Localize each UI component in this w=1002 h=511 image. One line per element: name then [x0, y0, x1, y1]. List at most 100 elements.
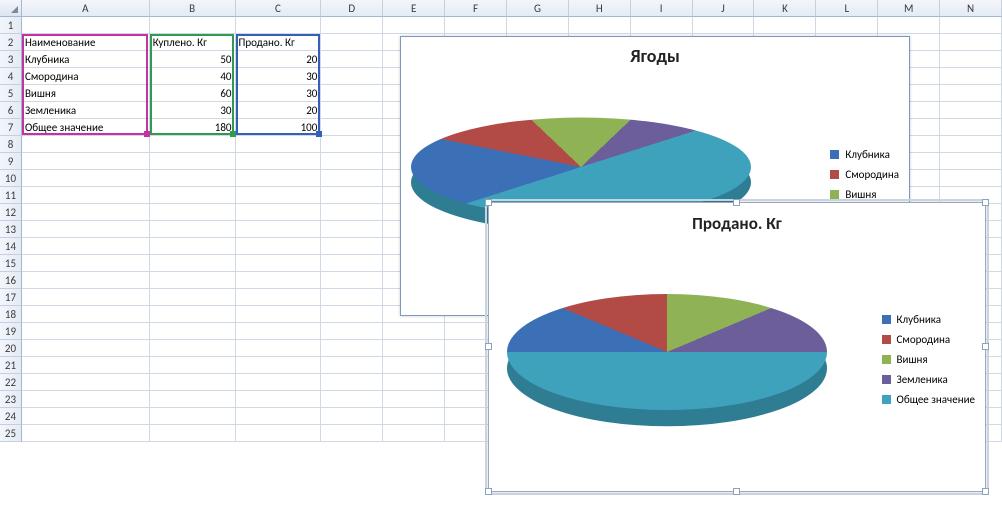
cell[interactable]: [321, 272, 383, 289]
cell[interactable]: [321, 204, 383, 221]
row-header[interactable]: 24: [0, 408, 22, 425]
row-header[interactable]: 20: [0, 340, 22, 357]
cell[interactable]: [22, 204, 150, 221]
cell[interactable]: [150, 272, 236, 289]
cell[interactable]: [321, 119, 383, 136]
cell[interactable]: [383, 408, 445, 425]
cell[interactable]: [236, 136, 322, 153]
cell[interactable]: [22, 272, 150, 289]
cell[interactable]: [507, 17, 569, 34]
cell[interactable]: [693, 17, 755, 34]
row-header[interactable]: 18: [0, 306, 22, 323]
cell[interactable]: [236, 425, 322, 442]
cell[interactable]: [383, 391, 445, 408]
cell[interactable]: [22, 323, 150, 340]
cell[interactable]: [150, 306, 236, 323]
cell[interactable]: [150, 153, 236, 170]
cell[interactable]: Куплено. Кг: [150, 34, 236, 51]
row-header[interactable]: 4: [0, 68, 22, 85]
cell[interactable]: [150, 408, 236, 425]
cell[interactable]: 100: [236, 119, 322, 136]
select-all-corner[interactable]: [0, 0, 22, 17]
cell[interactable]: [940, 17, 1002, 34]
cell[interactable]: [150, 170, 236, 187]
cell[interactable]: [321, 17, 383, 34]
row-header[interactable]: 17: [0, 289, 22, 306]
cell[interactable]: [940, 51, 1002, 68]
cell[interactable]: [236, 187, 322, 204]
cell[interactable]: 50: [150, 51, 236, 68]
cell[interactable]: [383, 425, 445, 442]
col-header-M[interactable]: M: [878, 0, 940, 17]
row-header[interactable]: 3: [0, 51, 22, 68]
cell[interactable]: [236, 391, 322, 408]
cell[interactable]: [150, 391, 236, 408]
cell[interactable]: [321, 51, 383, 68]
cell[interactable]: [150, 425, 236, 442]
cell[interactable]: [940, 136, 1002, 153]
cell[interactable]: [150, 340, 236, 357]
col-header-H[interactable]: H: [569, 0, 631, 17]
row-header[interactable]: 25: [0, 425, 22, 442]
cell[interactable]: [754, 17, 816, 34]
col-header-L[interactable]: L: [816, 0, 878, 17]
row-header[interactable]: 16: [0, 272, 22, 289]
cell[interactable]: [236, 323, 322, 340]
cell[interactable]: [22, 187, 150, 204]
cell[interactable]: [236, 153, 322, 170]
cell[interactable]: [22, 238, 150, 255]
cell[interactable]: [22, 255, 150, 272]
cell[interactable]: [22, 170, 150, 187]
cell[interactable]: [321, 34, 383, 51]
row-header[interactable]: 2: [0, 34, 22, 51]
cell[interactable]: [22, 340, 150, 357]
cell[interactable]: [236, 17, 322, 34]
cell[interactable]: [150, 289, 236, 306]
cell[interactable]: [321, 85, 383, 102]
cell[interactable]: 30: [236, 85, 322, 102]
chart-sold[interactable]: Продано. Кг Клубника Смородина Вишня Зем…: [488, 202, 986, 492]
cell[interactable]: 30: [236, 68, 322, 85]
cell[interactable]: [150, 323, 236, 340]
cell[interactable]: 20: [236, 102, 322, 119]
cell[interactable]: [150, 357, 236, 374]
col-header-D[interactable]: D: [321, 0, 383, 17]
cell[interactable]: [22, 17, 150, 34]
cell[interactable]: [321, 68, 383, 85]
cell[interactable]: [22, 136, 150, 153]
cell[interactable]: [236, 255, 322, 272]
col-header-F[interactable]: F: [445, 0, 507, 17]
cell[interactable]: [321, 289, 383, 306]
resize-handle[interactable]: [485, 199, 492, 206]
cell[interactable]: [22, 306, 150, 323]
cell[interactable]: [236, 357, 322, 374]
row-header[interactable]: 14: [0, 238, 22, 255]
cell[interactable]: [940, 68, 1002, 85]
cell[interactable]: [150, 221, 236, 238]
cell[interactable]: Земленика: [22, 102, 150, 119]
cell[interactable]: [321, 187, 383, 204]
cell[interactable]: [383, 340, 445, 357]
cell[interactable]: [321, 391, 383, 408]
cell[interactable]: Смородина: [22, 68, 150, 85]
cell[interactable]: [383, 357, 445, 374]
cell[interactable]: [940, 34, 1002, 51]
row-header[interactable]: 21: [0, 357, 22, 374]
cell[interactable]: [22, 153, 150, 170]
cell[interactable]: Клубника: [22, 51, 150, 68]
cell[interactable]: [940, 153, 1002, 170]
row-header[interactable]: 15: [0, 255, 22, 272]
cell[interactable]: [321, 255, 383, 272]
cell[interactable]: [321, 357, 383, 374]
resize-handle[interactable]: [485, 488, 492, 495]
cell[interactable]: [321, 306, 383, 323]
col-header-E[interactable]: E: [383, 0, 445, 17]
cell[interactable]: [445, 17, 507, 34]
row-header[interactable]: 8: [0, 136, 22, 153]
cell[interactable]: [321, 374, 383, 391]
cell[interactable]: [22, 289, 150, 306]
cell[interactable]: 30: [150, 102, 236, 119]
cell[interactable]: [22, 374, 150, 391]
col-header-N[interactable]: N: [940, 0, 1002, 17]
cell[interactable]: [816, 17, 878, 34]
